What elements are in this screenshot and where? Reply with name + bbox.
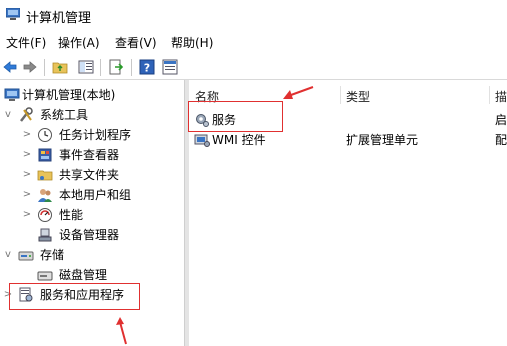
tree-label: 事件查看器 bbox=[59, 148, 120, 162]
storage-icon bbox=[18, 251, 34, 261]
computer-management-icon bbox=[6, 8, 20, 20]
tree-item-storage[interactable]: v 存储 bbox=[0, 245, 184, 265]
properties-icon[interactable] bbox=[162, 59, 178, 75]
tree-label: 性能 bbox=[59, 208, 84, 222]
title-bar: 计算机管理 bbox=[0, 0, 507, 30]
computer-management-icon bbox=[4, 88, 20, 101]
tools-icon bbox=[20, 107, 33, 122]
tree-label: 磁盘管理 bbox=[59, 268, 108, 282]
show-tree-icon[interactable] bbox=[78, 59, 94, 75]
users-icon bbox=[38, 189, 52, 202]
chevron-right-icon[interactable]: > bbox=[22, 165, 32, 185]
tree-label: 计算机管理(本地) bbox=[22, 88, 116, 102]
toolbar: ? bbox=[0, 55, 507, 80]
performance-icon bbox=[38, 208, 52, 222]
annotation-arrow-left bbox=[283, 86, 314, 99]
chevron-right-icon[interactable]: > bbox=[22, 185, 32, 205]
clock-icon bbox=[38, 128, 52, 142]
chevron-right-icon[interactable]: > bbox=[22, 145, 32, 165]
event-log-icon bbox=[38, 148, 52, 162]
chevron-right-icon[interactable]: > bbox=[22, 125, 32, 145]
toolbar-separator bbox=[44, 59, 45, 76]
tree-label: 存储 bbox=[40, 248, 65, 262]
help-icon[interactable]: ? bbox=[139, 59, 155, 75]
highlight-box-services-apps bbox=[9, 283, 140, 310]
chevron-right-icon[interactable]: > bbox=[22, 205, 32, 225]
menu-action[interactable]: 操作(A) bbox=[58, 34, 100, 51]
back-arrow-icon[interactable] bbox=[2, 59, 18, 75]
tree-label: 设备管理器 bbox=[59, 228, 120, 242]
device-manager-icon bbox=[38, 228, 52, 242]
list-item-description: 启 bbox=[495, 113, 507, 127]
list-item-wmi[interactable]: WMI 控件 扩展管理单元 配 bbox=[189, 130, 507, 150]
window-title: 计算机管理 bbox=[26, 11, 92, 26]
details-pane: 名称 类型 描 服务 启 WMI 控件 扩展管理单元 配 bbox=[188, 80, 507, 346]
column-header-description[interactable]: 描 bbox=[495, 88, 507, 105]
list-item-type: 扩展管理单元 bbox=[346, 133, 419, 147]
chevron-down-icon[interactable]: v bbox=[3, 105, 13, 125]
column-separator[interactable] bbox=[340, 86, 341, 104]
toolbar-separator bbox=[131, 59, 132, 76]
svg-text:?: ? bbox=[144, 62, 150, 75]
annotation-arrow-up bbox=[116, 317, 127, 345]
export-list-icon[interactable] bbox=[108, 59, 124, 75]
disk-icon bbox=[37, 271, 53, 281]
tree-item-local-users[interactable]: > 本地用户和组 bbox=[0, 185, 184, 205]
menu-view[interactable]: 查看(V) bbox=[115, 34, 157, 51]
up-folder-icon[interactable] bbox=[52, 59, 68, 75]
column-separator[interactable] bbox=[489, 86, 490, 104]
tree-item-task-scheduler[interactable]: > 任务计划程序 bbox=[0, 125, 184, 145]
tree-item-root[interactable]: 计算机管理(本地) bbox=[0, 85, 184, 105]
navigation-tree: 计算机管理(本地) v 系统工具 > 任务计划程序 > 事件查看器 > 共享文件… bbox=[0, 80, 184, 346]
shared-folder-icon bbox=[37, 170, 53, 181]
list-item-description: 配 bbox=[495, 133, 507, 147]
menu-bar: 文件(F) 操作(A) 查看(V) 帮助(H) bbox=[0, 30, 507, 54]
forward-arrow-icon[interactable] bbox=[22, 59, 38, 75]
tree-label: 本地用户和组 bbox=[59, 188, 132, 202]
tree-label: 共享文件夹 bbox=[59, 168, 120, 182]
wmi-control-icon bbox=[194, 134, 210, 147]
tree-item-disk-management[interactable]: 磁盘管理 bbox=[0, 265, 184, 285]
menu-file[interactable]: 文件(F) bbox=[6, 34, 46, 51]
tree-item-system-tools[interactable]: v 系统工具 bbox=[0, 105, 184, 125]
chevron-down-icon[interactable]: v bbox=[3, 245, 13, 265]
toolbar-separator bbox=[100, 59, 101, 76]
tree-item-event-viewer[interactable]: > 事件查看器 bbox=[0, 145, 184, 165]
column-header-type[interactable]: 类型 bbox=[346, 88, 370, 105]
tree-item-device-manager[interactable]: 设备管理器 bbox=[0, 225, 184, 245]
tree-label: 系统工具 bbox=[40, 108, 89, 122]
tree-label: 任务计划程序 bbox=[59, 128, 132, 142]
highlight-box-services bbox=[188, 101, 283, 132]
menu-help[interactable]: 帮助(H) bbox=[171, 34, 213, 51]
list-item-name: WMI 控件 bbox=[212, 133, 266, 147]
tree-item-performance[interactable]: > 性能 bbox=[0, 205, 184, 225]
tree-item-shared-folders[interactable]: > 共享文件夹 bbox=[0, 165, 184, 185]
